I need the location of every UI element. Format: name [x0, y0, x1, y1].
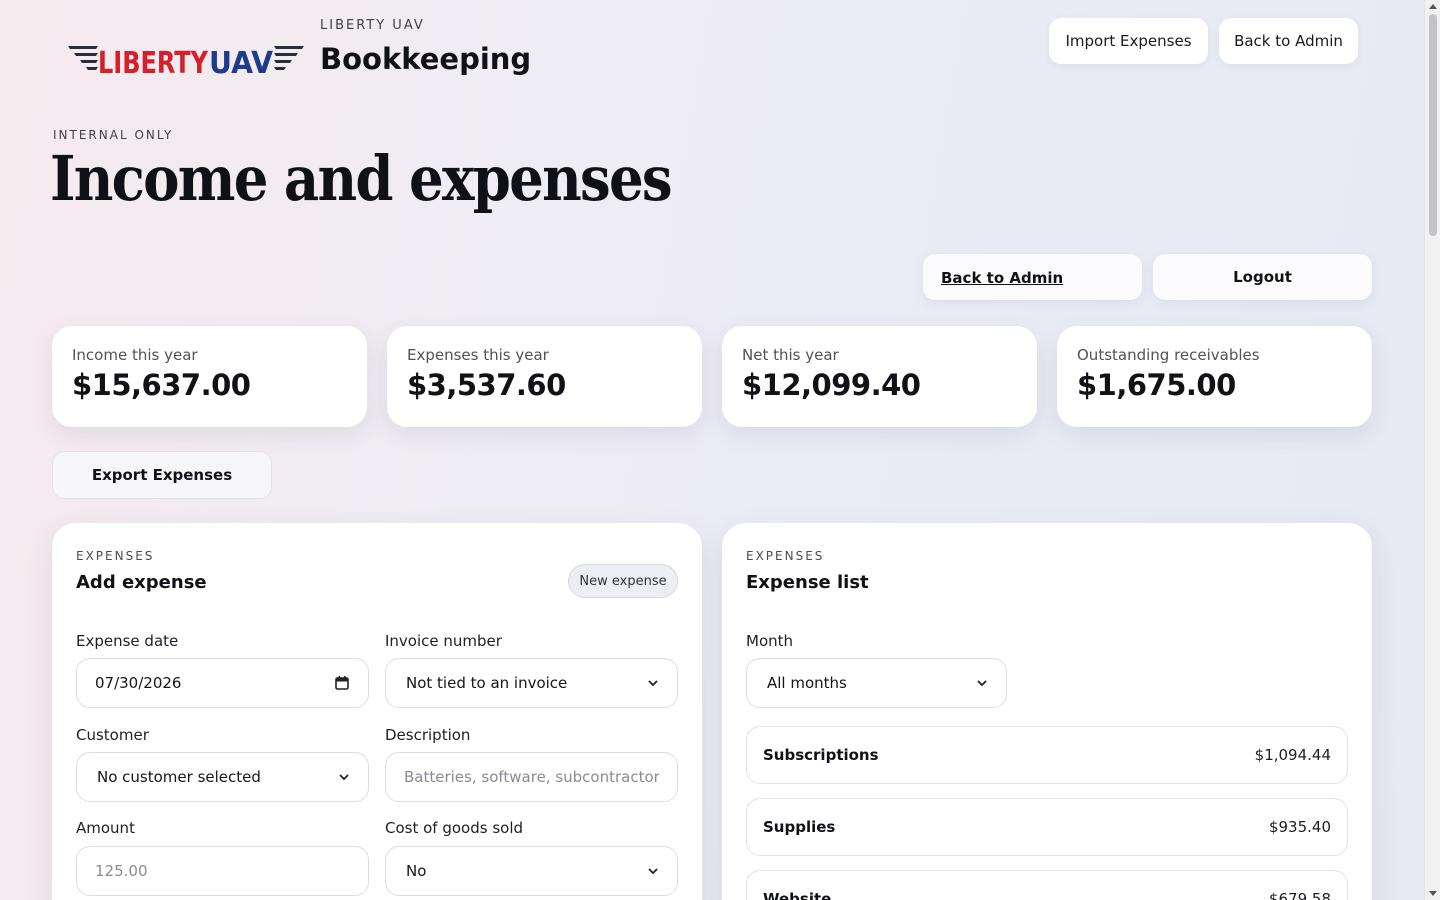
- category-name: Supplies: [763, 818, 836, 836]
- invoice-number-label: Invoice number: [385, 632, 502, 650]
- category-amount: $679.58: [1268, 890, 1331, 900]
- stat-label: Expenses this year: [407, 346, 549, 364]
- stat-card-net: Net this year $12,099.40: [722, 326, 1037, 427]
- scroll-down-arrow-icon[interactable]: [1429, 891, 1437, 896]
- category-amount: $1,094.44: [1254, 746, 1331, 764]
- cogs-label: Cost of goods sold: [385, 819, 524, 837]
- chevron-down-icon: [977, 680, 987, 687]
- page-kicker: INTERNAL ONLY: [53, 128, 174, 142]
- stat-value: $1,675.00: [1077, 368, 1236, 402]
- expense-category-row[interactable]: Website $679.58: [746, 870, 1348, 900]
- description-label: Description: [385, 726, 471, 744]
- expense-date-label: Expense date: [76, 632, 179, 650]
- description-input[interactable]: Batteries, software, subcontractor l: [385, 752, 678, 802]
- chevron-down-icon: [339, 774, 349, 781]
- month-value: All months: [767, 674, 847, 692]
- export-expenses-button[interactable]: Export Expenses: [52, 451, 272, 499]
- page-scrollbar[interactable]: [1424, 0, 1440, 900]
- liberty-uav-logo[interactable]: LIBERTY UAV: [68, 40, 304, 80]
- category-amount: $935.40: [1268, 818, 1331, 836]
- add-expense-panel: EXPENSES Add expense New expense Expense…: [52, 523, 702, 900]
- expense-list-panel: EXPENSES Expense list Month All months S…: [722, 523, 1372, 900]
- amount-input[interactable]: 125.00: [76, 846, 369, 896]
- panel-title: Expense list: [746, 572, 869, 593]
- amount-label: Amount: [76, 819, 135, 837]
- invoice-number-value: Not tied to an invoice: [406, 674, 568, 692]
- scroll-up-arrow-icon[interactable]: [1429, 4, 1437, 9]
- back-to-admin-label: Back to Admin: [941, 269, 1064, 287]
- amount-placeholder: 125.00: [95, 862, 148, 880]
- description-placeholder: Batteries, software, subcontractor l: [404, 768, 659, 786]
- customer-value: No customer selected: [97, 768, 261, 786]
- panel-kicker: EXPENSES: [76, 549, 155, 563]
- scroll-thumb[interactable]: [1429, 14, 1437, 236]
- panel-kicker: EXPENSES: [746, 549, 825, 563]
- import-expenses-button[interactable]: Import Expenses: [1049, 18, 1208, 64]
- brand-kicker: LIBERTY UAV: [320, 18, 425, 33]
- stat-label: Income this year: [72, 346, 198, 364]
- logo-text-uav: UAV: [209, 46, 274, 80]
- header-back-to-admin-button[interactable]: Back to Admin: [1219, 18, 1358, 64]
- chevron-down-icon: [648, 868, 658, 875]
- month-select[interactable]: All months: [746, 658, 1007, 708]
- expense-category-row[interactable]: Supplies $935.40: [746, 798, 1348, 856]
- category-name: Website: [763, 890, 832, 900]
- stat-label: Outstanding receivables: [1077, 346, 1260, 364]
- back-to-admin-button[interactable]: Back to Admin: [923, 254, 1142, 300]
- stat-card-expenses: Expenses this year $3,537.60: [387, 326, 702, 427]
- invoice-number-select[interactable]: Not tied to an invoice: [385, 658, 678, 708]
- stat-value: $3,537.60: [407, 368, 566, 402]
- logout-button[interactable]: Logout: [1153, 254, 1372, 300]
- new-expense-badge[interactable]: New expense: [568, 564, 678, 598]
- cogs-select[interactable]: No: [385, 846, 678, 896]
- stat-value: $15,637.00: [72, 368, 251, 402]
- chevron-down-icon: [648, 680, 658, 687]
- page-title: Income and expenses: [50, 142, 673, 215]
- expense-category-row[interactable]: Subscriptions $1,094.44: [746, 726, 1348, 784]
- panel-title: Add expense: [76, 572, 207, 593]
- logo-text-liberty: LIBERTY: [98, 46, 209, 80]
- page: LIBERTY UAV LIBERTY UAV Bookkeeping Impo…: [0, 0, 1424, 900]
- brand-title: Bookkeeping: [320, 42, 532, 76]
- cogs-value: No: [406, 862, 427, 880]
- customer-label: Customer: [76, 726, 149, 744]
- stat-label: Net this year: [742, 346, 839, 364]
- expense-date-input[interactable]: 07/30/2026: [76, 658, 369, 708]
- stat-card-receivables: Outstanding receivables $1,675.00: [1057, 326, 1372, 427]
- category-name: Subscriptions: [763, 746, 879, 764]
- expense-date-value: 07/30/2026: [95, 674, 182, 692]
- month-label: Month: [746, 632, 794, 650]
- stat-value: $12,099.40: [742, 368, 921, 402]
- calendar-icon[interactable]: [334, 675, 350, 691]
- customer-select[interactable]: No customer selected: [76, 752, 369, 802]
- stat-card-income: Income this year $15,637.00: [52, 326, 367, 427]
